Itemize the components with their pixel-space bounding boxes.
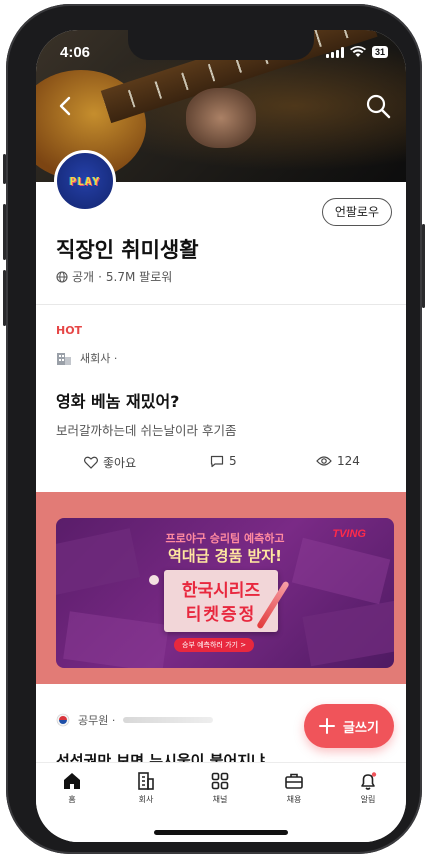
phone-side-button [422,224,425,308]
bell-icon [361,772,377,790]
channel-avatar: PLAY [54,150,116,212]
nav-item-company[interactable]: 회사 [116,771,176,805]
nav-label: 알림 [360,795,376,804]
post-author-label: 새회사 · [80,352,118,365]
ad-banner[interactable]: 프로야구 승리팀 예측하고 역대급 경품 받자! TVING 한국시리즈 티켓증… [56,518,394,668]
ad-ticket-title: 한국시리즈 [181,581,261,601]
phone-side-button [3,204,6,260]
view-count: 124 [316,454,360,468]
eye-icon [316,456,332,466]
status-time: 4:06 [60,44,91,61]
blurred-text [123,717,214,723]
post-body[interactable]: 보러갈까하는데 쉬는날이라 후기좀 [56,420,236,439]
like-button[interactable]: 좋아요 [84,454,136,471]
meta-separator: · [98,269,102,284]
wifi-icon [349,46,366,57]
app-screen: 4:06 31 PLAY 언팔로우 직장인 취미생활 공개 · 5.7M 팔로워… [36,30,406,842]
plus-icon [319,718,336,734]
nav-label: 회사 [138,795,154,804]
post-title[interactable]: 영화 베놈 재밌어? [56,388,179,412]
phone-frame: 4:06 31 PLAY 언팔로우 직장인 취미생활 공개 · 5.7M 팔로워… [3,4,425,854]
back-arrow-icon[interactable] [54,92,78,120]
ad-cta-button[interactable]: 승부 예측하러 가기 > [174,638,255,652]
heart-icon [84,456,98,469]
home-indicator [154,830,288,835]
channel-title: 직장인 취미생활 [56,238,199,262]
write-post-button[interactable]: 글쓰기 [304,704,394,748]
phone-side-button [3,154,6,184]
ad-brand-logo: TVING [332,528,366,540]
banner-hand [186,88,256,148]
search-icon[interactable] [364,92,392,120]
section-divider [36,304,406,305]
channel-visibility: 공개 [72,270,95,284]
view-count-value: 124 [337,454,360,468]
government-logo-icon [56,713,70,727]
write-post-label: 글쓰기 [343,720,379,736]
briefcase-icon [285,773,303,789]
channel-meta: 공개 · 5.7M 팔로워 [56,268,172,285]
unfollow-button[interactable]: 언팔로우 [321,198,392,226]
phone-side-button [3,270,6,326]
signal-icon [325,46,344,58]
nav-item-jobs[interactable]: 채용 [264,771,324,805]
ad-section: 프로야구 승리팀 예측하고 역대급 경품 받자! TVING 한국시리즈 티켓증… [36,492,406,684]
nav-item-home[interactable]: 홈 [42,771,102,805]
channel-grid-icon [211,772,229,790]
nav-label: 홈 [68,795,76,804]
avatar-logo-text: PLAY [69,174,101,188]
ad-headline: 역대급 경품 받자! [168,547,282,565]
battery-indicator: 31 [371,46,388,58]
nav-item-notifications[interactable]: 알림 [338,771,398,805]
company-logo-icon [57,353,71,365]
comment-count: 5 [229,454,237,468]
post-author[interactable]: 새회사 · [56,350,117,366]
phone-notch [128,30,314,60]
nav-item-channel[interactable]: 채널 [190,771,250,805]
comment-button[interactable]: 5 [210,454,237,468]
hot-badge: HOT [56,324,83,337]
post-actions: 좋아요 5 124 [36,454,406,476]
channel-followers: 5.7M 팔로워 [105,270,173,284]
comment-icon [210,455,224,467]
post-author-label: 공무원 · [78,714,116,727]
like-label: 좋아요 [103,456,137,470]
home-icon [64,773,80,789]
status-indicators: 31 [325,46,388,58]
post-author[interactable]: 공무원 · [56,712,214,728]
nav-label: 채용 [286,795,302,804]
globe-icon [56,270,68,283]
nav-label: 채널 [212,795,228,804]
company-icon [138,772,154,790]
